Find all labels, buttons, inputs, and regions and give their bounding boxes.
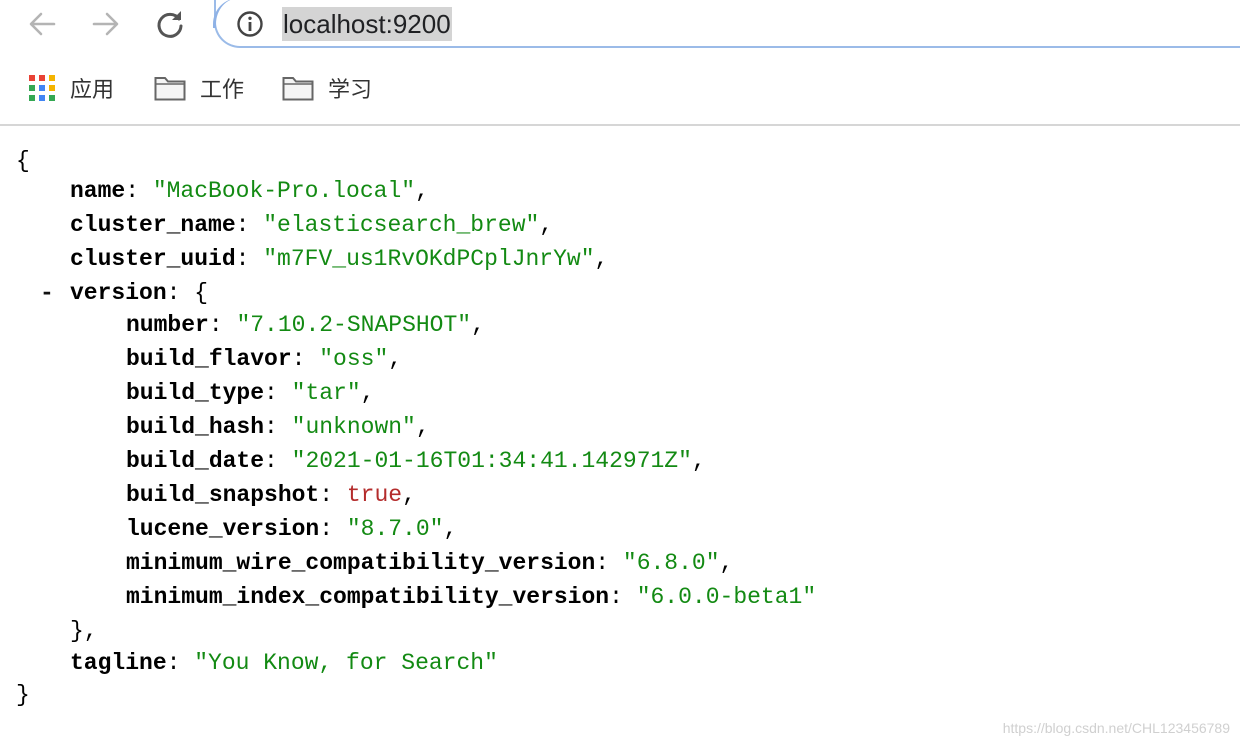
forward-button[interactable] bbox=[86, 4, 126, 44]
info-icon[interactable] bbox=[236, 10, 264, 38]
bookmark-apps[interactable]: 应用 bbox=[28, 72, 114, 104]
json-row-version: version: { bbox=[70, 280, 209, 306]
bookmark-folder-study[interactable]: 学习 bbox=[282, 72, 372, 104]
arrow-right-icon bbox=[92, 12, 119, 36]
apps-grid-icon bbox=[29, 75, 55, 101]
bookmark-label: 学习 bbox=[328, 78, 373, 103]
json-row-build-hash: build_hash: "unknown", bbox=[126, 414, 430, 440]
json-row-number: number: "7.10.2-SNAPSHOT", bbox=[126, 312, 485, 338]
json-row-name: name: "MacBook-Pro.local", bbox=[70, 178, 429, 204]
json-close-brace: } bbox=[16, 682, 30, 708]
toolbar-divider bbox=[0, 124, 1240, 126]
url-text[interactable]: localhost:9200 bbox=[282, 7, 452, 41]
json-row-build-snapshot: build_snapshot: true, bbox=[126, 482, 416, 508]
arrow-left-icon bbox=[29, 12, 56, 36]
json-version-close: }, bbox=[70, 618, 98, 644]
bookmarks-bar: 应用 工作 学习 bbox=[0, 60, 1240, 116]
bookmark-label: 工作 bbox=[200, 78, 245, 103]
json-open-brace: { bbox=[16, 148, 30, 174]
folder-icon bbox=[282, 77, 314, 101]
json-row-cluster-name: cluster_name: "elasticsearch_brew", bbox=[70, 212, 554, 238]
json-row-cluster-uuid: cluster_uuid: "m7FV_us1RvOKdPCplJnrYw", bbox=[70, 246, 609, 272]
json-row-min-wire-version: minimum_wire_compatibility_version: "6.8… bbox=[126, 550, 734, 576]
reload-icon bbox=[157, 11, 183, 38]
folder-icon bbox=[154, 77, 186, 101]
json-row-lucene-version: lucene_version: "8.7.0", bbox=[126, 516, 458, 542]
watermark-text: https://blog.csdn.net/CHL123456789 bbox=[1002, 720, 1230, 736]
json-row-build-flavor: build_flavor: "oss", bbox=[126, 346, 403, 372]
bookmark-label: 应用 bbox=[70, 78, 115, 103]
json-row-build-date: build_date: "2021-01-16T01:34:41.142971Z… bbox=[126, 448, 706, 474]
bookmark-folder-work[interactable]: 工作 bbox=[154, 72, 244, 104]
json-row-tagline: tagline: "You Know, for Search" bbox=[70, 650, 498, 676]
json-row-min-index-version: minimum_index_compatibility_version: "6.… bbox=[126, 584, 817, 610]
browser-toolbar: localhost:9200 bbox=[0, 0, 1240, 52]
back-button[interactable] bbox=[22, 4, 62, 44]
json-row-build-type: build_type: "tar", bbox=[126, 380, 375, 406]
collapse-toggle[interactable]: - bbox=[40, 276, 54, 310]
reload-button[interactable] bbox=[150, 4, 190, 44]
